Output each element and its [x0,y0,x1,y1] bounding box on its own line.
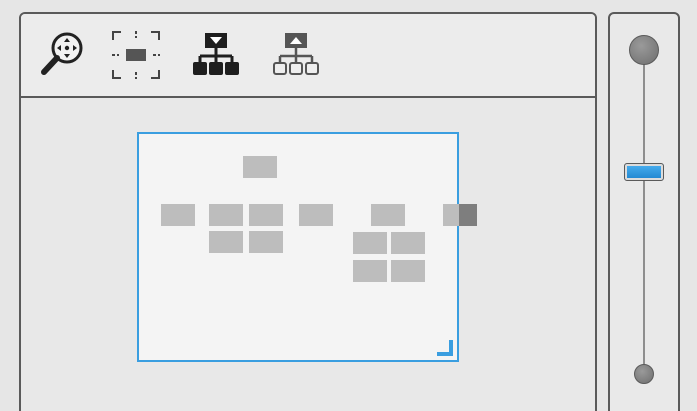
diagram-node [443,204,459,226]
diagram-node [249,231,283,253]
diagram-node [243,156,277,178]
diagram-node [249,204,283,226]
zoom-fit-button[interactable] [37,28,91,82]
overview-toolbar [21,14,595,98]
navigator-widget [0,0,697,411]
overview-panel [19,12,597,411]
zoom-slider-thumb[interactable] [624,163,664,181]
viewport-rectangle[interactable] [137,132,477,362]
diagram-node [209,231,243,253]
zoom-fit-icon [41,32,83,75]
diagram-node [353,260,387,282]
center-selection-icon [112,31,160,79]
viewport-resize-handle[interactable] [435,338,453,356]
zoom-slider-track[interactable] [643,50,645,372]
diagram-node [353,232,387,254]
diagram-node [161,204,195,226]
zoom-out-icon[interactable] [634,364,654,384]
diagram-node [209,204,243,226]
diagram-node [371,204,405,226]
diagram-node [391,260,425,282]
expand-tree-icon [193,33,239,75]
zoom-panel [608,12,680,411]
diagram-node [391,232,425,254]
center-selection-button[interactable] [109,28,163,82]
diagram-node [459,204,477,226]
expand-tree-button[interactable] [189,28,243,82]
collapse-tree-icon [273,33,319,75]
zoom-in-icon[interactable] [629,35,659,65]
diagram-node [299,204,333,226]
overview-canvas[interactable] [21,98,595,411]
collapse-tree-button[interactable] [269,28,323,82]
